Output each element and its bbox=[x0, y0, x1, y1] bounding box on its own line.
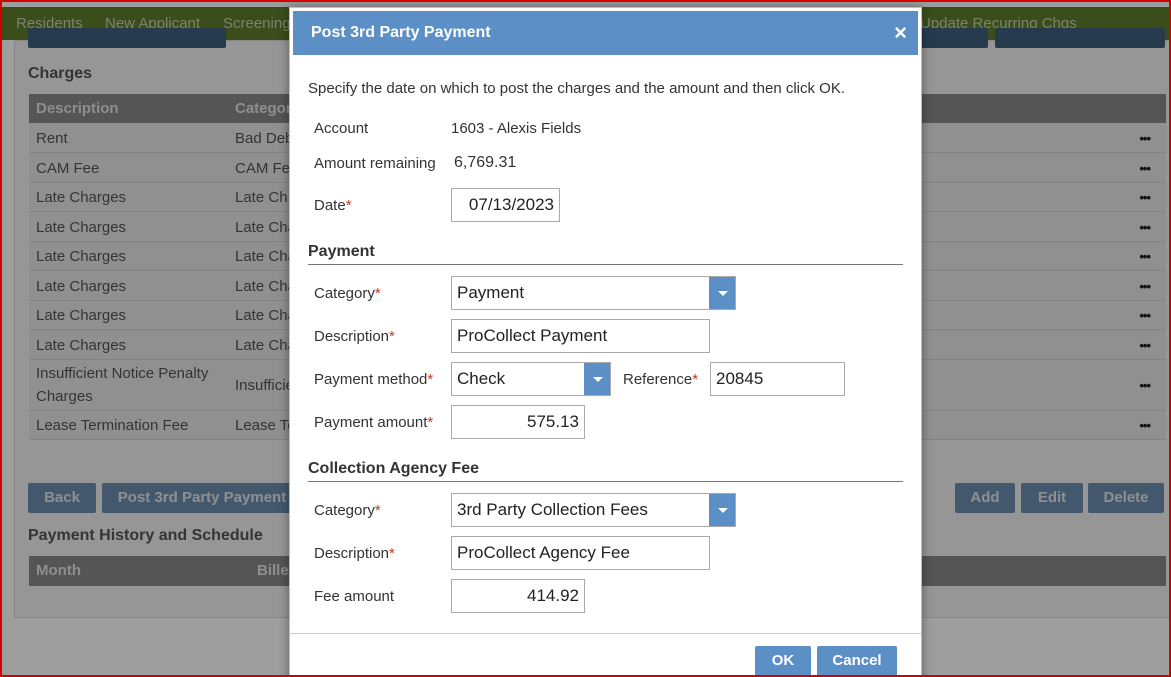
required-asterisk: * bbox=[427, 371, 434, 388]
required-asterisk: * bbox=[692, 371, 699, 388]
fee-amount-field[interactable]: 414.92 bbox=[451, 579, 585, 613]
post-3rd-party-payment-dialog: Post 3rd Party Payment × Specify the dat… bbox=[289, 7, 922, 675]
fee-category-label-text: Category bbox=[314, 502, 375, 519]
dialog-title: Post 3rd Party Payment bbox=[311, 24, 491, 41]
account-value: 1603 - Alexis Fields bbox=[451, 120, 582, 137]
payment-section-divider bbox=[308, 264, 903, 265]
amount-remaining-value: 6,769.31 bbox=[454, 154, 517, 171]
fee-description-label: Description* bbox=[314, 545, 395, 562]
date-label-text: Date bbox=[314, 197, 346, 214]
chevron-down-icon[interactable] bbox=[709, 494, 735, 526]
payment-method-value: Check bbox=[457, 369, 506, 388]
payment-method-label-text: Payment method bbox=[314, 371, 428, 388]
date-field[interactable]: 07/13/2023 bbox=[451, 188, 560, 222]
payment-amount-label-text: Payment amount bbox=[314, 414, 428, 431]
fee-category-select[interactable]: 3rd Party Collection Fees bbox=[451, 493, 736, 527]
collection-fee-section-title: Collection Agency Fee bbox=[308, 460, 479, 477]
date-label: Date* bbox=[314, 197, 352, 214]
fee-description-field[interactable]: ProCollect Agency Fee bbox=[451, 536, 710, 570]
chevron-down-icon[interactable] bbox=[584, 363, 610, 395]
fee-amount-label: Fee amount bbox=[314, 588, 395, 605]
payment-description-label-text: Description bbox=[314, 328, 390, 345]
fee-category-label: Category* bbox=[314, 502, 381, 519]
payment-section-title: Payment bbox=[308, 243, 375, 260]
required-asterisk: * bbox=[427, 414, 434, 431]
payment-category-label-text: Category bbox=[314, 285, 375, 302]
close-icon[interactable]: × bbox=[894, 22, 907, 44]
payment-category-select[interactable]: Payment bbox=[451, 276, 736, 310]
ok-button[interactable]: OK bbox=[755, 646, 811, 675]
required-asterisk: * bbox=[374, 285, 381, 302]
required-asterisk: * bbox=[345, 197, 352, 214]
payment-method-select[interactable]: Check bbox=[451, 362, 611, 396]
payment-category-value: Payment bbox=[457, 283, 525, 302]
account-label: Account bbox=[314, 120, 369, 137]
app-window: Residents New Applicant Screening Update… bbox=[0, 0, 1171, 677]
fee-category-value: 3rd Party Collection Fees bbox=[457, 500, 648, 519]
payment-description-label: Description* bbox=[314, 328, 395, 345]
dialog-header: Post 3rd Party Payment × bbox=[293, 11, 918, 55]
required-asterisk: * bbox=[389, 328, 395, 345]
reference-label-text: Reference bbox=[623, 371, 693, 388]
payment-method-label: Payment method* bbox=[314, 371, 433, 388]
required-asterisk: * bbox=[389, 545, 395, 562]
cancel-button[interactable]: Cancel bbox=[817, 646, 897, 675]
fee-description-label-text: Description bbox=[314, 545, 390, 562]
collection-fee-section-divider bbox=[308, 481, 903, 482]
dialog-footer-divider bbox=[290, 633, 921, 634]
payment-description-field[interactable]: ProCollect Payment bbox=[451, 319, 710, 353]
required-asterisk: * bbox=[374, 502, 381, 519]
amount-remaining-label: Amount remaining bbox=[314, 155, 436, 172]
reference-field[interactable]: 20845 bbox=[710, 362, 845, 396]
dialog-instructions: Specify the date on which to post the ch… bbox=[308, 80, 845, 97]
chevron-down-icon[interactable] bbox=[709, 277, 735, 309]
payment-category-label: Category* bbox=[314, 285, 381, 302]
reference-label: Reference* bbox=[623, 371, 698, 388]
payment-amount-field[interactable]: 575.13 bbox=[451, 405, 585, 439]
payment-amount-label: Payment amount* bbox=[314, 414, 433, 431]
